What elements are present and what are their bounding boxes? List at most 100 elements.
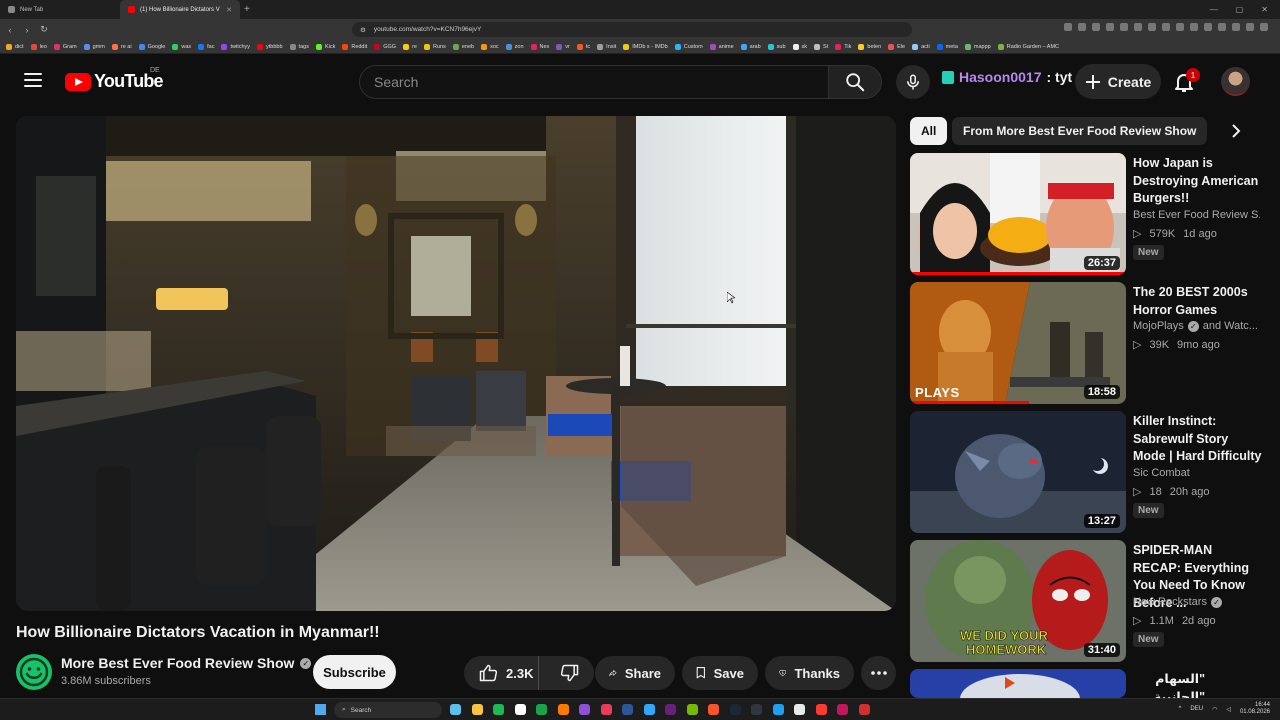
extension-icon[interactable] [1134,23,1142,31]
extension-icon[interactable] [1190,23,1198,31]
video-thumbnail[interactable]: PLAYS 18:58 [910,282,1126,404]
bookmark-item[interactable]: Tik [835,43,851,50]
account-avatar[interactable] [1221,67,1250,96]
extension-icon[interactable] [1092,23,1100,31]
video-thumbnail[interactable]: 26:37 [910,153,1126,275]
extension-icon[interactable] [1260,23,1268,31]
extension-icon[interactable] [1232,23,1240,31]
taskbar-app-icon[interactable] [686,704,698,715]
taskbar-app-icon[interactable] [665,704,676,715]
video-thumbnail[interactable]: WE DID YOUR HOMEWORK 31:40 [910,540,1126,662]
bookmark-item[interactable]: St [814,43,828,50]
bookmark-item[interactable]: Google [138,43,165,50]
taskbar-app-icon[interactable] [815,704,827,715]
taskbar-app-icon[interactable] [514,704,526,715]
volume-icon[interactable]: ◁ [1226,706,1231,713]
channel-avatar[interactable] [16,654,52,690]
extension-icon[interactable] [1204,23,1212,31]
bookmark-item[interactable]: IMDb s - IMDb [623,43,668,50]
extension-icon[interactable] [1120,23,1128,31]
bookmark-item[interactable]: fac [198,43,214,50]
bookmark-item[interactable]: Gram [53,43,77,50]
channel-name-link[interactable]: More Best Ever Food Review Show ✓ [61,655,312,671]
extension-icon[interactable] [1176,23,1184,31]
taskbar-app-icon[interactable] [450,704,461,715]
bookmark-item[interactable]: re [403,43,417,50]
taskbar-app-icon[interactable] [729,704,741,715]
bookmark-item[interactable]: Custom [674,43,703,50]
taskbar-app-icon[interactable] [837,704,848,715]
bookmark-item[interactable]: leo [30,43,47,50]
back-icon[interactable]: ‹ [3,25,17,35]
extension-icon[interactable] [1218,23,1226,31]
bookmark-item[interactable]: arab [740,43,761,50]
taskbar-app-icon[interactable] [643,704,655,715]
recommendation-channel[interactable]: Sic Combat [1133,467,1260,479]
bookmark-item[interactable]: acti [912,43,930,50]
recommendation-title[interactable]: "السهام "الجانبية [1133,671,1205,698]
address-bar[interactable]: ⚙ youtube.com/watch?v=KCN7h96ejvY [352,22,912,37]
bookmark-item[interactable]: sk [792,43,807,50]
bookmark-item[interactable]: re ai [111,43,132,50]
windows-start-icon[interactable] [315,704,326,715]
bookmark-item[interactable]: twitchyy [221,43,250,50]
bookmark-item[interactable]: Nex [530,43,549,50]
extension-icon[interactable] [1148,23,1156,31]
save-button[interactable]: Save [682,656,758,690]
recommendation-channel[interactable]: New Rockstars ✓ [1133,596,1260,608]
recommendation-item[interactable]: PLAYS 18:58 The 20 BEST 2000s Horror Gam… [910,282,1270,404]
video-player[interactable] [16,116,896,611]
bookmark-item[interactable]: ytbbbb [257,43,283,50]
bookmark-item[interactable]: zon [505,43,524,50]
extension-icon[interactable] [1078,23,1086,31]
recommendation-channel[interactable]: MojoPlays ✓ and Watc... [1133,320,1260,332]
subscribe-button[interactable]: Subscribe [313,655,396,689]
create-button[interactable]: Create [1075,64,1161,99]
taskbar-app-icon[interactable] [536,704,547,715]
language-indicator[interactable]: DEU [1190,706,1203,712]
taskbar-app-icon[interactable] [493,704,504,715]
video-thumbnail[interactable]: 13:27 [910,411,1126,533]
taskbar-app-icon[interactable] [751,704,762,715]
taskbar-app-icon[interactable] [772,704,784,715]
bookmark-item[interactable]: Runs [423,43,446,50]
bookmark-item[interactable]: Reddit [342,43,367,50]
notifications-button[interactable]: 1 [1172,68,1200,94]
maximize-icon[interactable]: ▢ [1236,5,1244,14]
taskbar-app-icon[interactable] [600,704,612,715]
wifi-icon[interactable]: ◠ [1212,706,1217,713]
recommendation-title[interactable]: How Japan is Destroying American Burgers… [1133,155,1263,208]
search-button[interactable] [828,65,882,99]
taskbar-app-icon[interactable] [858,704,870,715]
recommendation-title[interactable]: Killer Instinct: Sabrewulf Story Mode | … [1133,413,1263,466]
dislike-button[interactable] [547,656,594,690]
minimize-icon[interactable]: — [1210,5,1218,14]
menu-icon[interactable] [24,73,42,87]
taskbar-app-icon[interactable] [622,704,633,715]
thanks-button[interactable]: $ Thanks [765,656,854,690]
like-button[interactable]: 2.3K [464,656,539,690]
browser-tab-newtab[interactable]: New Tab [0,0,120,19]
new-tab-button[interactable]: + [244,4,250,15]
extension-icon[interactable] [1064,23,1072,31]
taskbar-app-icon[interactable] [708,704,719,715]
browser-tab-youtube[interactable]: (1) How Billionaire Dictators V ✕ [120,0,240,19]
bookmark-item[interactable]: tags [289,43,309,50]
extension-icon[interactable] [1246,23,1254,31]
recommendation-title[interactable]: The 20 BEST 2000s Horror Games [1133,284,1263,319]
taskbar-app-icon[interactable] [557,704,569,715]
youtube-logo[interactable]: YouTube DE [65,67,164,92]
voice-search-button[interactable] [896,65,930,99]
forward-icon[interactable]: › [20,25,34,35]
recommendation-item[interactable]: 26:37 How Japan is Destroying American B… [910,153,1270,275]
bookmark-item[interactable]: dict [6,43,24,50]
search-input[interactable]: Search [359,65,828,99]
bookmark-item[interactable]: eneb [452,43,474,50]
recommendation-channel[interactable]: Best Ever Food Review S... [1133,209,1260,221]
bookmark-item[interactable]: GGG [374,43,396,50]
recommendation-item[interactable]: WE DID YOUR HOMEWORK 31:40 SPIDER-MAN RE… [910,540,1270,662]
bookmark-item[interactable]: Insit [597,43,616,50]
taskbar-app-icon[interactable] [471,704,483,715]
extension-icon[interactable] [1106,23,1114,31]
close-window-icon[interactable]: ✕ [1261,5,1268,14]
